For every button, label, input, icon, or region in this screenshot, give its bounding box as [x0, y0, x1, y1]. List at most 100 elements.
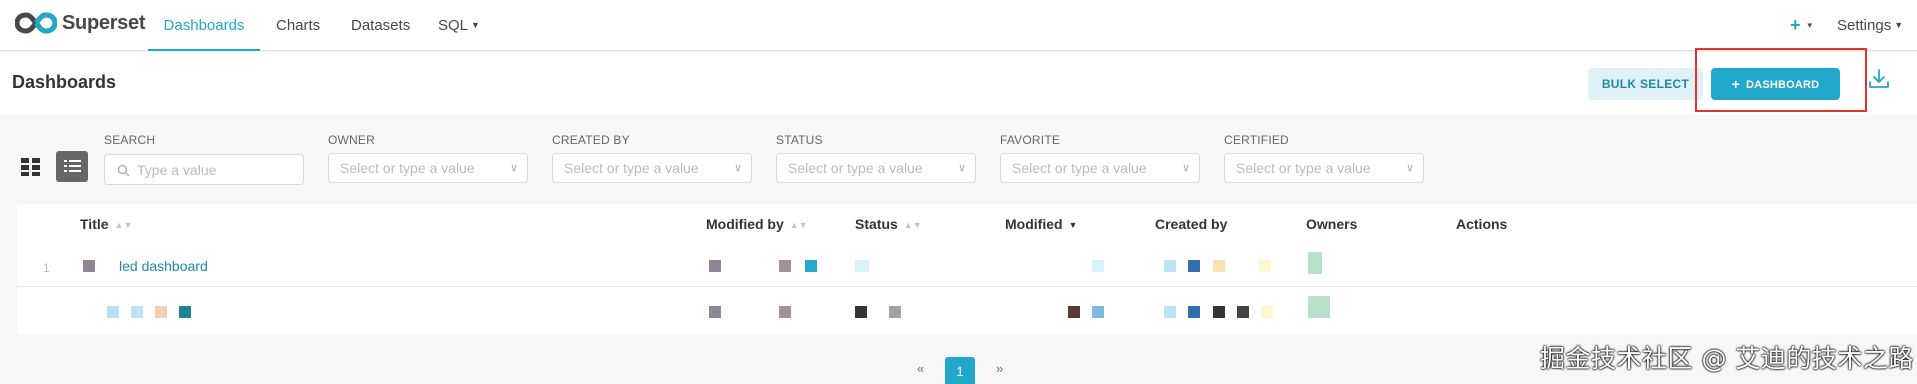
chevron-down-icon: ▼ [1803, 21, 1814, 30]
search-input[interactable] [137, 156, 297, 183]
redacted-block [1164, 306, 1176, 318]
redacted-block [83, 260, 95, 272]
redacted-block [1188, 306, 1200, 318]
filter-label-owner: OWNER [328, 133, 375, 147]
app-name: Superset [62, 11, 146, 34]
redacted-block [1237, 306, 1249, 318]
status-select[interactable]: Select or type a value ∨ [776, 153, 976, 183]
search-icon [117, 164, 130, 177]
redacted-block [779, 260, 791, 272]
redacted-block [1164, 260, 1176, 272]
sort-descending-icon: ▼ [1068, 220, 1078, 230]
column-owners-label: Owners [1306, 216, 1358, 232]
page-header: Dashboards BULK SELECT + DASHBOARD [0, 52, 1917, 114]
filter-label-favorite: FAVORITE [1000, 133, 1061, 147]
redacted-block [889, 306, 901, 318]
redacted-block [1213, 260, 1225, 272]
sort-icon: ▲▼ [903, 220, 922, 230]
column-created-by-label: Created by [1155, 216, 1228, 232]
filter-label-certified: CERTIFIED [1224, 133, 1289, 147]
nav-sql[interactable]: SQL ▼ [438, 0, 480, 51]
redacted-block [779, 306, 791, 318]
bulk-select-button[interactable]: BULK SELECT [1588, 68, 1703, 100]
favorite-select[interactable]: Select or type a value ∨ [1000, 153, 1200, 183]
add-dashboard-label: DASHBOARD [1746, 79, 1820, 91]
redacted-block [805, 260, 817, 272]
column-modified-by-label: Modified by [706, 216, 784, 232]
chevron-down-icon: ∨ [957, 162, 966, 174]
redacted-block [709, 260, 721, 272]
filter-label-status: STATUS [776, 133, 823, 147]
created-by-select[interactable]: Select or type a value ∨ [552, 153, 752, 183]
certified-select[interactable]: Select or type a value ∨ [1224, 153, 1424, 183]
card-view-icon[interactable] [20, 156, 42, 178]
redacted-block [1092, 260, 1104, 272]
certified-select-placeholder: Select or type a value [1236, 160, 1371, 176]
page-title: Dashboards [12, 72, 117, 92]
nav-charts[interactable]: Charts [276, 0, 320, 51]
redacted-block [1213, 306, 1225, 318]
list-view-button[interactable] [56, 151, 88, 182]
chevron-down-icon: ∨ [1405, 162, 1414, 174]
row-divider [17, 286, 1917, 287]
column-modified-label: Modified [1005, 216, 1063, 232]
owner-select-placeholder: Select or type a value [340, 160, 475, 176]
column-title-label: Title [80, 216, 109, 232]
nav-dashboards[interactable]: Dashboards [148, 0, 260, 51]
chevron-down-icon: ∨ [733, 162, 742, 174]
superset-logo[interactable]: Superset [15, 11, 145, 35]
dashboards-table: Title ▲▼ Modified by ▲▼ Status ▲▼ Modified ▼… [17, 204, 1917, 334]
owner-select[interactable]: Select or type a value ∨ [328, 153, 528, 183]
column-header-status[interactable]: Status ▲▼ [855, 216, 922, 232]
dashboard-title-link[interactable]: led dashboard [119, 258, 208, 274]
pagination-prev[interactable]: « [917, 361, 924, 376]
column-actions-label: Actions [1456, 216, 1508, 232]
watermark-text: 掘金技术社区 @ 艾迪的技术之路 [1540, 344, 1914, 373]
settings-menu[interactable]: Settings ▼ [1837, 0, 1903, 51]
status-select-placeholder: Select or type a value [788, 160, 923, 176]
add-dashboard-button[interactable]: + DASHBOARD [1711, 68, 1840, 100]
redacted-block [1068, 306, 1080, 318]
pagination-next[interactable]: » [996, 361, 1003, 376]
redacted-block [1261, 306, 1273, 318]
plus-icon: + [1790, 15, 1801, 35]
plus-menu[interactable]: + ▼ [1790, 0, 1814, 51]
sort-icon: ▲▼ [114, 220, 133, 230]
settings-label: Settings [1837, 17, 1892, 34]
nav-datasets[interactable]: Datasets [351, 0, 410, 51]
list-view-icon [64, 160, 81, 172]
column-header-actions: Actions [1456, 216, 1507, 232]
redacted-block [131, 306, 143, 318]
pagination-page-current[interactable]: 1 [945, 357, 975, 384]
column-header-modified-by[interactable]: Modified by ▲▼ [706, 216, 808, 232]
column-header-modified[interactable]: Modified ▼ [1005, 216, 1077, 232]
column-status-label: Status [855, 216, 898, 232]
chevron-down-icon: ∨ [509, 162, 518, 174]
column-header-title[interactable]: Title ▲▼ [80, 216, 132, 232]
chevron-down-icon: ▼ [471, 20, 480, 30]
chevron-down-icon: ∨ [1181, 162, 1190, 174]
filter-label-created-by: CREATED BY [552, 133, 630, 147]
owner-avatar [1308, 296, 1330, 318]
redacted-block [1092, 306, 1104, 318]
chevron-down-icon: ▼ [1894, 20, 1904, 30]
redacted-block [855, 260, 869, 272]
favorite-select-placeholder: Select or type a value [1012, 160, 1147, 176]
filter-label-search: SEARCH [104, 133, 156, 147]
download-icon[interactable] [1867, 67, 1891, 91]
redacted-block [1259, 260, 1271, 272]
redacted-block [179, 306, 191, 318]
column-header-created-by: Created by [1155, 216, 1227, 232]
column-header-owners: Owners [1306, 216, 1357, 232]
redacted-block [709, 306, 721, 318]
search-input-wrapper [104, 154, 304, 185]
created-by-select-placeholder: Select or type a value [564, 160, 699, 176]
redacted-block [155, 306, 167, 318]
plus-icon: + [1731, 76, 1741, 92]
redacted-block [107, 306, 119, 318]
superset-logo-icon [15, 12, 57, 34]
redacted-block [1188, 260, 1200, 272]
redacted-block [855, 306, 867, 318]
top-nav: Superset Dashboards Charts Datasets SQL ▼… [0, 0, 1917, 51]
sort-icon: ▲▼ [789, 220, 808, 230]
